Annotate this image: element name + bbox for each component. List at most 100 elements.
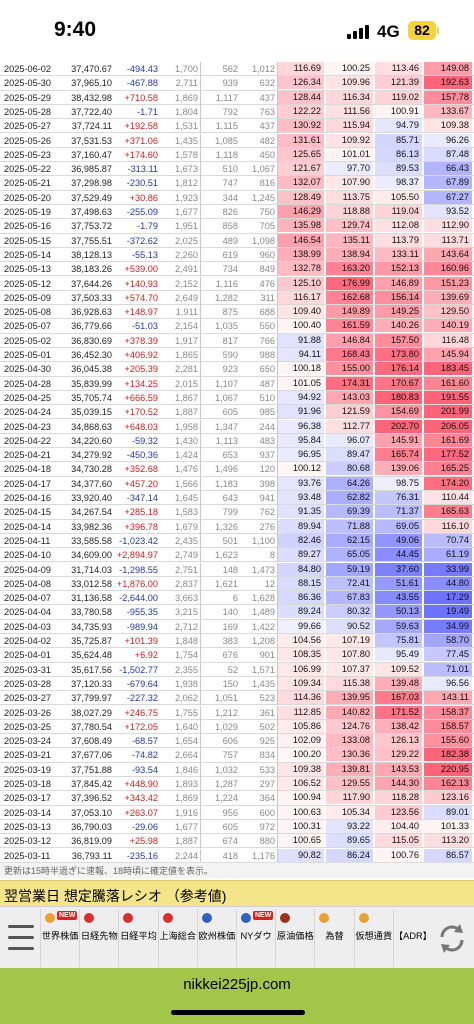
declines-cell: 533 <box>259 764 275 775</box>
table-row: 2025-05-20 37,529.49 +30.86 1,923 344 1,245 12… <box>0 190 474 205</box>
ratio-cell-r2: 67.83 <box>326 591 373 605</box>
table-row: 2025-03-31 35,617.56 -1,502.77 2,355 52 1,571… <box>0 662 474 677</box>
ratio-cell-r4: 113.71 <box>424 233 472 247</box>
nav-item-5[interactable]: NEW NYダウ <box>236 909 275 967</box>
ratio-cell-r1: 126.34 <box>278 76 324 90</box>
change-cell: -227.32 <box>126 693 158 704</box>
change-cell: -1.71 <box>137 106 158 117</box>
table-row: 2025-04-17 34,377.60 +457.20 1,566 1,183 398 9… <box>0 476 474 491</box>
nav-item-1[interactable]: 日経先物 <box>79 909 118 967</box>
nav-item-6[interactable]: 原油価格 <box>275 909 314 967</box>
table-row: 2025-04-09 31,714.03 -1,298.55 2,751 148 1,47… <box>0 562 474 577</box>
browser-url-bar[interactable]: nikkei225jp.com <box>0 968 474 1024</box>
column-divider <box>200 276 201 291</box>
ratio-cell-r4: 143.64 <box>424 247 472 261</box>
nav-item-3[interactable]: 上海総合 <box>157 909 197 967</box>
volume-cell: 1,869 <box>175 793 198 804</box>
advances-cell: 6 <box>232 593 238 604</box>
ratio-cell-r3: 154.69 <box>375 405 422 419</box>
nav-item-label: 日経先物 <box>80 931 118 941</box>
advances-cell: 956 <box>222 807 238 818</box>
close-cell: 37,498.63 <box>71 207 112 217</box>
change-cell: +539.00 <box>124 264 158 275</box>
column-divider <box>200 734 201 749</box>
ratio-cell-r4: 158.57 <box>424 719 472 733</box>
volume-cell: 1,958 <box>175 421 198 432</box>
declines-cell: 632 <box>259 78 275 89</box>
nav-item-0[interactable]: NEW 世界株価 <box>40 909 79 967</box>
date-cell: 2025-03-12 <box>4 836 51 847</box>
declines-cell: 450 <box>259 149 275 160</box>
ratio-cell-r3: 98.75 <box>375 476 422 490</box>
change-cell: +148.97 <box>124 307 158 318</box>
change-cell: +457.20 <box>124 478 158 489</box>
volume-cell: 2,015 <box>175 378 198 389</box>
nav-item-4[interactable]: 欧州株価 <box>196 909 236 967</box>
ratio-cell-r3: 139.06 <box>375 462 422 476</box>
ratio-cell-r1: 100.12 <box>278 462 324 476</box>
volume-cell: 2,025 <box>175 235 198 246</box>
table-row: 2025-04-24 35,039.15 +170.52 1,887 605 985 91.… <box>0 405 474 420</box>
table-row: 2025-04-04 33,780.58 -955.35 3,215 140 1,489 8… <box>0 605 474 620</box>
declines-cell: 297 <box>259 779 275 789</box>
refresh-icon[interactable] <box>432 913 472 963</box>
ratio-cell-r2: 107.80 <box>326 648 373 662</box>
close-cell: 37,396.52 <box>71 793 112 804</box>
date-cell: 2025-03-24 <box>4 736 51 747</box>
menu-icon[interactable] <box>2 913 40 963</box>
ratio-cell-r4: 71.01 <box>424 662 472 676</box>
column-divider <box>200 362 201 377</box>
ratio-cell-r1: 114.36 <box>278 691 324 705</box>
change-cell: +140.93 <box>124 278 158 289</box>
ratio-cell-r3: 152.13 <box>375 262 422 276</box>
ratio-cell-r1: 91.88 <box>278 333 324 347</box>
ratio-cell-r2: 118.88 <box>326 205 373 218</box>
volume-cell: 1,755 <box>175 707 198 718</box>
close-cell: 37,120.33 <box>71 678 112 689</box>
home-indicator[interactable] <box>171 1010 305 1015</box>
advances-cell: 1,113 <box>215 435 238 446</box>
ratio-cell-r3: 123.56 <box>375 805 422 819</box>
nav-item-2[interactable]: 日経平均 <box>118 909 157 967</box>
ratio-cell-r2: 80.68 <box>326 462 373 476</box>
nav-item-9[interactable]: 【ADR】 <box>392 909 432 967</box>
ratio-cell-r3: 144.30 <box>375 777 422 790</box>
column-divider <box>200 576 201 591</box>
column-divider <box>200 433 201 448</box>
ratio-cell-r4: 139.69 <box>424 290 472 304</box>
table-row: 2025-04-22 34,220.60 -59.32 1,430 1,113 483 95… <box>0 433 474 449</box>
declines-cell: 762 <box>259 507 275 518</box>
ratio-cell-r4: 177.52 <box>424 448 472 462</box>
nav-item-7[interactable]: 為替 <box>314 909 353 967</box>
advances-cell: 150 <box>222 678 238 689</box>
ratio-cell-r2: 112.77 <box>326 419 373 433</box>
change-cell: +406.92 <box>124 350 158 360</box>
ratio-cell-r1: 109.34 <box>278 676 324 690</box>
flag-icon <box>123 913 134 923</box>
change-cell: +343.42 <box>124 793 158 804</box>
volume-cell: 2,062 <box>175 693 198 704</box>
date-cell: 2025-04-02 <box>4 636 51 646</box>
ratio-cell-r1: 101.05 <box>278 376 324 390</box>
ratio-cell-r2: 138.94 <box>326 247 373 261</box>
ratio-cell-r3: 104.40 <box>375 819 422 833</box>
change-cell: -1,023.42 <box>119 535 158 546</box>
change-cell: -59.32 <box>131 435 158 446</box>
advance-decline-table[interactable]: 2025-06-02 37,470.67 -494.43 1,700 562 1,012 1… <box>0 62 474 862</box>
change-cell: +263.07 <box>124 807 158 818</box>
change-cell: -74.82 <box>131 750 158 761</box>
ratio-cell-r4: 192.63 <box>424 76 472 90</box>
change-cell: +1,876.00 <box>116 578 158 589</box>
close-cell: 36,793.11 <box>71 850 112 861</box>
volume-cell: 1,887 <box>175 836 198 847</box>
volume-cell: 1,424 <box>175 450 198 461</box>
table-row: 2025-05-28 37,722.40 -1.71 1,804 792 763 122.2… <box>0 104 474 120</box>
change-cell: +30.86 <box>129 192 158 203</box>
ratio-cell-r4: 161.60 <box>424 376 472 390</box>
declines-cell: 937 <box>259 450 275 461</box>
bottom-nav: NEW 世界株価 日経先物 日経平均 上海総合 欧州株価 NEW NYダウ 原油価格 為替 仮想通貨… <box>0 906 474 969</box>
ratio-cell-r3: 89.53 <box>375 162 422 176</box>
nav-item-8[interactable]: 仮想通貨 <box>353 909 393 967</box>
ratio-cell-r3: 95.49 <box>375 648 422 662</box>
ratio-cell-r1: 125.10 <box>278 276 324 290</box>
